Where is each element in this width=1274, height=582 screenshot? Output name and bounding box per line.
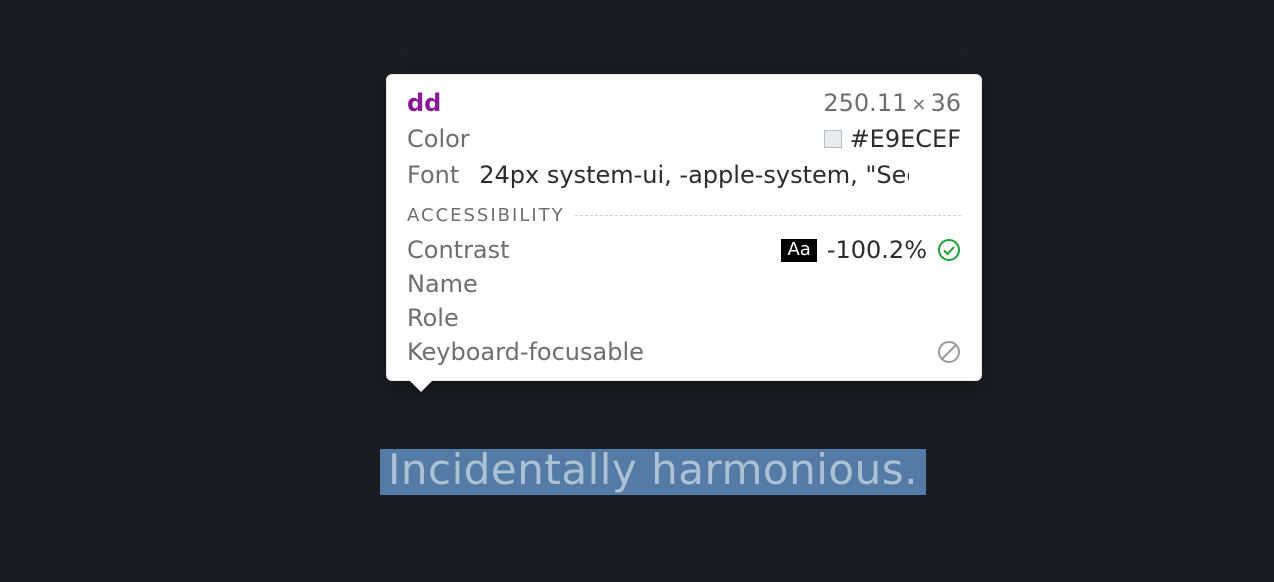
inspected-element-highlight: Incidentally harmonious. bbox=[380, 449, 926, 495]
element-width: 250.11 bbox=[823, 89, 907, 117]
color-hex: #E9ECEF bbox=[850, 125, 961, 153]
accessibility-section-header: Accessibility bbox=[407, 205, 961, 226]
name-row: Name bbox=[407, 270, 961, 298]
font-value: 24px system-ui, -apple-system, "Segoe… bbox=[479, 161, 909, 189]
element-dimensions: 250.11×36 bbox=[823, 89, 961, 117]
font-label: Font bbox=[407, 161, 459, 189]
contrast-percentage: -100.2% bbox=[827, 236, 927, 264]
times-symbol: × bbox=[907, 94, 930, 115]
section-rule bbox=[575, 215, 961, 216]
role-label: Role bbox=[407, 304, 459, 332]
color-value: #E9ECEF bbox=[824, 125, 961, 153]
color-label: Color bbox=[407, 125, 470, 153]
element-tag-name: dd bbox=[407, 89, 441, 117]
check-circle-icon bbox=[937, 238, 961, 262]
color-swatch bbox=[824, 130, 842, 148]
contrast-row: Contrast Aa -100.2% bbox=[407, 236, 961, 264]
keyboard-focusable-row: Keyboard-focusable bbox=[407, 338, 961, 366]
font-row: Font 24px system-ui, -apple-system, "Seg… bbox=[407, 161, 961, 189]
inspected-element-text: Incidentally harmonious. bbox=[388, 445, 918, 494]
color-row: Color #E9ECEF bbox=[407, 125, 961, 153]
not-allowed-icon bbox=[937, 340, 961, 364]
role-row: Role bbox=[407, 304, 961, 332]
keyboard-focusable-label: Keyboard-focusable bbox=[407, 338, 644, 366]
contrast-value-group: Aa -100.2% bbox=[781, 236, 961, 264]
inspector-tooltip: dd 250.11×36 Color #E9ECEF Font 24px sys… bbox=[386, 74, 982, 381]
accessibility-caption: Accessibility bbox=[407, 205, 565, 226]
name-label: Name bbox=[407, 270, 478, 298]
element-height: 36 bbox=[930, 89, 961, 117]
tooltip-header-row: dd 250.11×36 bbox=[407, 89, 961, 117]
contrast-aa-badge: Aa bbox=[781, 239, 816, 262]
keyboard-focusable-value bbox=[937, 340, 961, 364]
contrast-label: Contrast bbox=[407, 236, 510, 264]
